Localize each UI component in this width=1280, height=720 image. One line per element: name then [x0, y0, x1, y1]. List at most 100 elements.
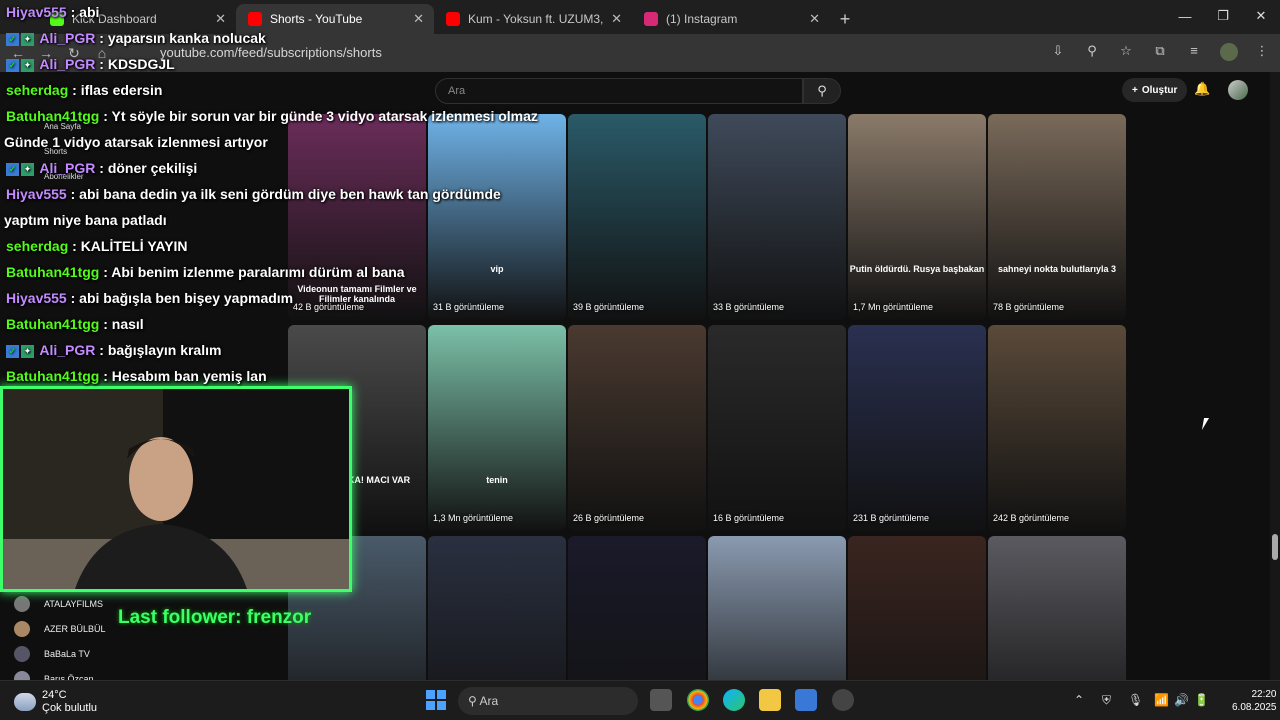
chat-message: ✓ ✦ Ali_PGR : bağışlayın kralım	[6, 342, 221, 358]
file-explorer-icon[interactable]	[759, 689, 781, 711]
bookmark-star-icon[interactable]: ☆	[1118, 43, 1134, 64]
new-tab-button[interactable]: +	[830, 4, 860, 34]
windows-start-icon[interactable]	[426, 690, 446, 710]
short-tile[interactable]: tenin 1,3 Mn görüntüleme	[428, 325, 566, 531]
search-input[interactable]: Ara	[435, 78, 803, 104]
chat-badge-icon: ✓	[6, 345, 19, 358]
weather-widget[interactable]: 24°C Çok bulutlu	[14, 689, 97, 715]
tab-close-icon[interactable]: ✕	[611, 11, 622, 27]
clock-time: 22:20	[1251, 689, 1277, 700]
short-tile[interactable]: 16 B görüntüleme	[708, 325, 846, 531]
security-shield-icon[interactable]: ⛨	[1102, 693, 1111, 708]
create-button[interactable]: + Oluştur	[1122, 78, 1188, 102]
chat-text: : nasıl	[103, 316, 144, 332]
chat-badge-icon: ✦	[21, 163, 34, 176]
channel-avatar	[14, 621, 30, 637]
battery-icon[interactable]: 🔋	[1194, 693, 1209, 707]
volume-icon[interactable]: 🔊	[1174, 693, 1189, 707]
task-view-icon[interactable]	[650, 689, 672, 711]
taskbar-search[interactable]: ⚲ Ara	[458, 687, 638, 715]
chat-username: seherdag	[6, 82, 69, 98]
window-controls: — ❐ ✕	[1166, 0, 1280, 32]
install-icon[interactable]: ⇩	[1050, 43, 1066, 64]
plus-icon: +	[1132, 84, 1138, 96]
minimize-icon[interactable]: —	[1166, 0, 1204, 32]
url-field[interactable]: youtube.com/feed/subscriptions/shorts	[160, 45, 382, 60]
chat-message: ✓ ✦ Ali_PGR : döner çekilişi	[6, 160, 197, 176]
chrome-icon[interactable]	[687, 689, 709, 711]
tab-close-icon[interactable]: ✕	[809, 11, 820, 27]
tab-2[interactable]: Kum - Yoksun ft. UZUM3, Luca ✕	[434, 4, 632, 34]
tray-chevron-icon[interactable]: ⌃	[1074, 693, 1084, 707]
chat-username: Hiyav555	[6, 290, 67, 306]
chat-message: Batuhan41tgg : Hesabım ban yemiş lan	[6, 368, 267, 384]
profile-icon[interactable]	[1220, 43, 1238, 64]
subscription-item[interactable]: BaBaLa TV	[14, 646, 90, 662]
chat-badge-icon: ✓	[6, 163, 19, 176]
chat-message: Günde 1 vidyo atarsak izlenmesi artıyor	[4, 134, 268, 150]
scrollbar-thumb[interactable]	[1272, 534, 1278, 560]
chat-text: : iflas edersin	[72, 82, 163, 98]
wifi-icon[interactable]: 📶	[1154, 693, 1169, 707]
short-tile[interactable]: 242 B görüntüleme	[988, 325, 1126, 531]
chat-badge-icon: ✓	[6, 59, 19, 72]
chat-text: : KALİTELİ YAYIN	[72, 238, 188, 254]
browser-toolbar: ⇩ ⚲ ☆ ⧉ ≡ ⋮	[1050, 43, 1270, 64]
short-caption: vip	[490, 264, 504, 274]
channel-name: AZER BÜLBÜL	[44, 624, 106, 634]
short-views: 1,7 Mn görüntüleme	[853, 302, 934, 312]
short-views: 78 B görüntüleme	[993, 302, 1065, 312]
media-icon[interactable]: ≡	[1186, 43, 1202, 64]
chat-badge-icon: ✦	[21, 59, 34, 72]
short-views: 26 B görüntüleme	[573, 513, 645, 523]
subscription-item[interactable]: ATALAYFILMS	[14, 596, 103, 612]
page-scrollbar[interactable]	[1270, 72, 1280, 680]
zoom-icon[interactable]: ⚲	[1084, 43, 1100, 64]
short-views: 42 B görüntüleme	[293, 302, 365, 312]
short-caption: Videonun tamamı Filmler ve Filimler kana…	[297, 284, 417, 304]
short-tile[interactable]: 33 B görüntüleme	[708, 114, 846, 320]
short-views: 31 B görüntüleme	[433, 302, 505, 312]
account-avatar[interactable]	[1228, 80, 1248, 100]
chat-badge-icon: ✦	[21, 345, 34, 358]
weather-desc: Çok bulutlu	[42, 702, 98, 714]
short-tile[interactable]: 39 B görüntüleme	[568, 114, 706, 320]
store-icon[interactable]	[795, 689, 817, 711]
chat-message: Hiyav555 : abi bağışla ben bişey yapmadı…	[6, 290, 293, 306]
chat-text: : döner çekilişi	[99, 160, 198, 176]
short-views: 39 B görüntüleme	[573, 302, 645, 312]
chat-text: : Hesabım ban yemiş lan	[103, 368, 267, 384]
taskbar-search-label: Ara	[479, 694, 499, 708]
short-tile[interactable]: vip 31 B görüntüleme	[428, 114, 566, 320]
obs-icon[interactable]	[832, 689, 854, 711]
tab-favicon-icon	[644, 12, 658, 26]
chat-text: Günde 1 vidyo atarsak izlenmesi artıyor	[4, 134, 268, 150]
weather-temp: 24°C	[42, 689, 67, 701]
tab-3[interactable]: (1) Instagram ✕	[632, 4, 830, 34]
short-tile[interactable]: sahneyi nokta bulutlarıyla 3 78 B görüntü…	[988, 114, 1126, 320]
chat-badge-icon: ✦	[21, 33, 34, 46]
subscription-item[interactable]: AZER BÜLBÜL	[14, 621, 106, 637]
extensions-icon[interactable]: ⧉	[1152, 43, 1168, 64]
tab-close-icon[interactable]: ✕	[413, 11, 424, 27]
short-tile[interactable]: 26 B görüntüleme	[568, 325, 706, 531]
system-clock[interactable]: 22:20 6.08.2025	[1232, 688, 1277, 714]
chat-text: : abi bana dedin ya ilk seni gördüm diye…	[70, 186, 501, 202]
menu-icon[interactable]: ⋮	[1254, 43, 1270, 64]
short-views: 33 B görüntüleme	[713, 302, 785, 312]
chat-message: Hiyav555 : abi	[6, 4, 99, 20]
cloud-icon	[14, 693, 36, 711]
chat-text: : Yt söyle bir sorun var bir günde 3 vid…	[103, 108, 538, 124]
search-icon[interactable]: ⚲	[803, 78, 841, 104]
short-tile[interactable]: 231 B görüntüleme	[848, 325, 986, 531]
microphone-icon[interactable]: 🎙	[1128, 693, 1143, 707]
notifications-bell-icon[interactable]: 🔔	[1194, 81, 1210, 97]
tab-close-icon[interactable]: ✕	[215, 11, 226, 27]
edge-icon[interactable]	[723, 689, 745, 711]
short-tile[interactable]: Videonun tamamı Filmler ve Filimler kana…	[288, 114, 426, 320]
short-views: 231 B görüntüleme	[853, 513, 930, 523]
close-window-icon[interactable]: ✕	[1242, 0, 1280, 32]
short-tile[interactable]: Putin öldürdü. Rusya başbakan 1,7 Mn görü…	[848, 114, 986, 320]
restore-icon[interactable]: ❐	[1204, 0, 1242, 32]
chat-text: : yaparsın kanka nolucak	[99, 30, 266, 46]
